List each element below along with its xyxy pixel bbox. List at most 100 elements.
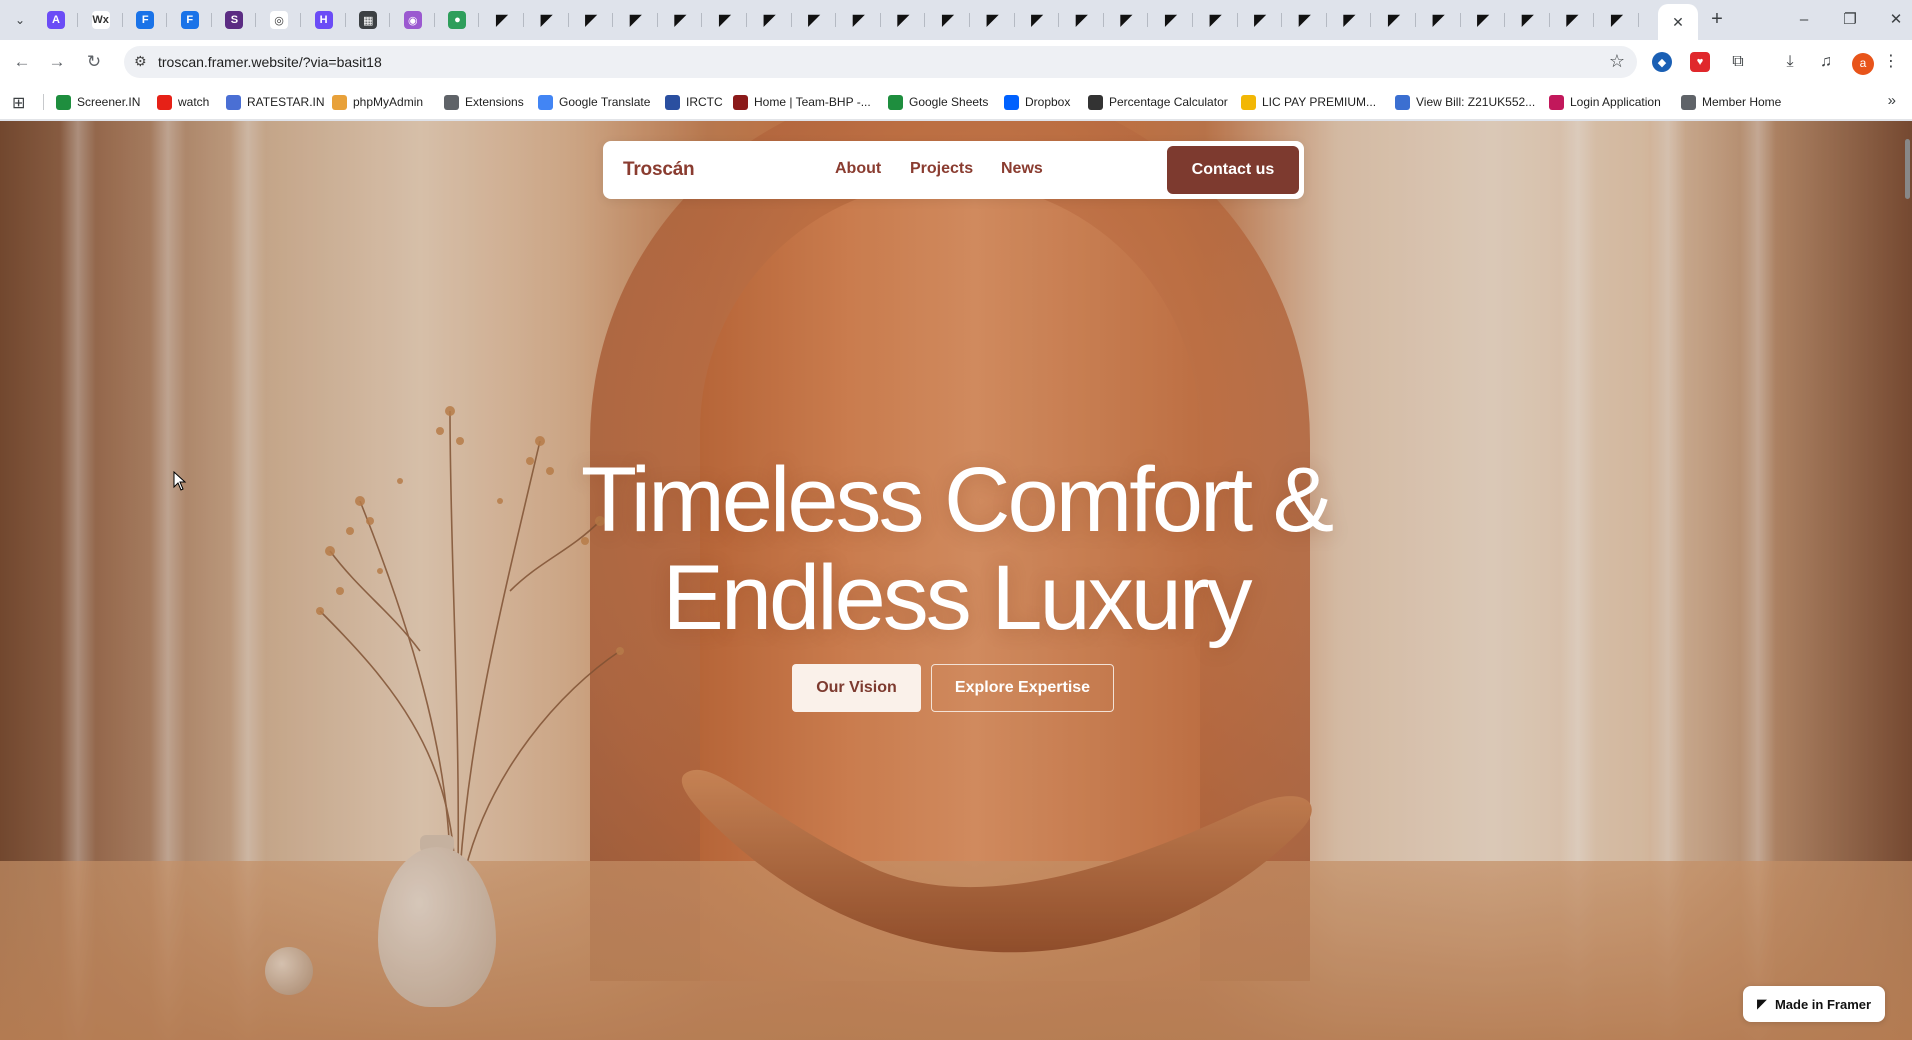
address-bar[interactable]: ⚙ troscan.framer.website/?via=basit18 ☆ xyxy=(124,46,1637,78)
bookmark-item[interactable]: watch xyxy=(157,92,209,112)
reload-icon[interactable]: ↻ xyxy=(82,50,106,74)
bookmark-item[interactable]: Google Translate xyxy=(538,92,650,112)
bookmark-item[interactable]: Home | Team-BHP -... xyxy=(733,92,871,112)
pinned-tab[interactable]: ◤ xyxy=(748,6,792,34)
bookmark-item[interactable]: Member Home xyxy=(1681,92,1781,112)
bookmark-label: Login Application xyxy=(1570,95,1661,109)
made-in-framer-badge[interactable]: ◤ Made in Framer xyxy=(1743,986,1885,1022)
pinned-tab[interactable]: ◤ xyxy=(703,6,747,34)
pinned-tab[interactable]: ◤ xyxy=(1283,6,1327,34)
new-tab-button[interactable]: + xyxy=(1705,8,1729,32)
back-icon[interactable]: ← xyxy=(10,50,34,74)
pinned-tab[interactable]: ◤ xyxy=(971,6,1015,34)
menu-kebab-icon[interactable]: ⋮ xyxy=(1880,51,1902,73)
close-window-icon[interactable]: ✕ xyxy=(1884,8,1908,32)
explore-expertise-button[interactable]: Explore Expertise xyxy=(931,664,1114,712)
pinned-tab[interactable]: ◤ xyxy=(1550,6,1595,34)
pinned-tab[interactable]: ◤ xyxy=(837,6,881,34)
pinned-tab[interactable]: H xyxy=(302,6,346,34)
nav-link-about[interactable]: About xyxy=(835,160,881,178)
pinned-tab[interactable]: ◤ xyxy=(1327,6,1372,34)
bookmark-item[interactable]: phpMyAdmin xyxy=(332,92,423,112)
nav-link-projects[interactable]: Projects xyxy=(910,160,973,178)
site-info-icon[interactable]: ⚙ xyxy=(134,53,147,70)
pinned-tab[interactable]: ◤ xyxy=(1060,6,1104,34)
bookmark-label: Home | Team-BHP -... xyxy=(754,95,871,109)
apps-grid-icon[interactable]: ⊞ xyxy=(12,93,25,113)
framer-icon: ◤ xyxy=(852,12,865,29)
extension-shield-icon[interactable]: ♥ xyxy=(1690,52,1710,72)
restore-icon[interactable]: ❐ xyxy=(1838,8,1862,32)
pinned-tab[interactable]: ◤ xyxy=(1194,6,1238,34)
bookmark-item[interactable]: Google Sheets xyxy=(888,92,988,112)
bookmark-label: Extensions xyxy=(465,95,524,109)
downloads-icon[interactable]: ⤓ xyxy=(1779,51,1801,73)
pinned-tab[interactable]: ◤ xyxy=(792,6,837,34)
bookmark-item[interactable]: RATESTAR.IN xyxy=(226,92,325,112)
pinned-tab[interactable]: ◤ xyxy=(525,6,569,34)
pinned-tab[interactable]: ◎ xyxy=(257,6,301,34)
bookmark-item[interactable]: Login Application xyxy=(1549,92,1661,112)
bookmark-item[interactable]: Screener.IN xyxy=(56,92,140,112)
pinned-tab[interactable]: F xyxy=(123,6,168,34)
pinned-tab[interactable]: ◤ xyxy=(1506,6,1550,34)
bookmark-item[interactable]: Extensions xyxy=(444,92,524,112)
bookmark-item[interactable]: Dropbox xyxy=(1004,92,1070,112)
brand-logo[interactable]: Troscán xyxy=(623,159,695,181)
extensions-puzzle-icon[interactable]: ⧉ xyxy=(1727,51,1749,73)
bookmark-item[interactable]: IRCTC xyxy=(665,92,723,112)
pinned-tab[interactable]: A xyxy=(34,6,78,34)
pinned-tab[interactable]: ◤ xyxy=(1595,6,1639,34)
active-tab[interactable]: ✕ xyxy=(1658,4,1698,40)
pinned-tab[interactable]: ▦ xyxy=(346,6,391,34)
pinned-tab[interactable]: ◉ xyxy=(391,6,435,34)
bookmark-star-icon[interactable]: ☆ xyxy=(1609,51,1625,72)
pinned-tab[interactable]: Wx xyxy=(79,6,123,34)
profile-avatar[interactable]: a xyxy=(1852,53,1874,75)
pinned-tab[interactable]: ◤ xyxy=(658,6,703,34)
bookmark-item[interactable]: View Bill: Z21UK552... xyxy=(1395,92,1535,112)
pinned-tab[interactable]: ◤ xyxy=(1149,6,1193,34)
pinned-tab[interactable]: S xyxy=(212,6,257,34)
our-vision-button[interactable]: Our Vision xyxy=(792,664,921,712)
calculator-icon xyxy=(1088,94,1103,110)
app-a-icon: A xyxy=(47,11,65,29)
irctc-icon xyxy=(665,94,680,110)
framer-icon: ◤ xyxy=(540,12,553,29)
pinned-tab[interactable]: ◤ xyxy=(614,6,658,34)
pinned-tab[interactable]: ◤ xyxy=(926,6,970,34)
pinned-tab[interactable]: ◤ xyxy=(480,6,524,34)
bookmark-item[interactable]: Percentage Calculator xyxy=(1088,92,1228,112)
close-tab-icon[interactable]: ✕ xyxy=(1672,14,1684,31)
puzzle-icon xyxy=(444,94,459,110)
framer-icon: ◤ xyxy=(1432,12,1445,29)
framer-icon: ◤ xyxy=(1120,12,1133,29)
more-bookmarks-icon[interactable]: » xyxy=(1888,92,1896,109)
bookmark-label: Google Translate xyxy=(559,95,651,109)
framer-icon: ◤ xyxy=(1254,12,1267,29)
scroll-thumb[interactable] xyxy=(1905,139,1910,199)
url-text[interactable]: troscan.framer.website/?via=basit18 xyxy=(158,54,382,70)
media-control-icon[interactable]: ♫ xyxy=(1815,51,1837,73)
spiral-icon: ◎ xyxy=(270,11,288,29)
pinned-tab[interactable]: ● xyxy=(435,6,480,34)
pinned-tab[interactable]: ◤ xyxy=(1417,6,1461,34)
pinned-tab[interactable]: ◤ xyxy=(569,6,614,34)
extension-globe-icon[interactable]: ◆ xyxy=(1652,52,1672,72)
minimize-icon[interactable]: – xyxy=(1792,8,1816,32)
bookmark-label: LIC PAY PREMIUM... xyxy=(1262,95,1377,109)
nav-link-news[interactable]: News xyxy=(1001,160,1043,178)
pinned-tab[interactable]: ◤ xyxy=(1238,6,1283,34)
contact-us-button[interactable]: Contact us xyxy=(1167,146,1299,194)
bookmark-item[interactable]: LIC PAY PREMIUM... xyxy=(1241,92,1376,112)
page-scrollbar[interactable] xyxy=(1902,121,1912,1040)
pinned-tab[interactable]: ◤ xyxy=(881,6,926,34)
pinned-tab[interactable]: F xyxy=(168,6,212,34)
framer-icon: ◤ xyxy=(1209,12,1222,29)
pinned-tab[interactable]: ◤ xyxy=(1372,6,1416,34)
pinned-tab[interactable]: ◤ xyxy=(1104,6,1149,34)
forward-icon[interactable]: → xyxy=(45,50,69,74)
pinned-tab[interactable]: ◤ xyxy=(1461,6,1506,34)
pinned-tab[interactable]: ◤ xyxy=(1015,6,1060,34)
tab-search-chevron-icon[interactable]: ⌄ xyxy=(10,10,30,30)
